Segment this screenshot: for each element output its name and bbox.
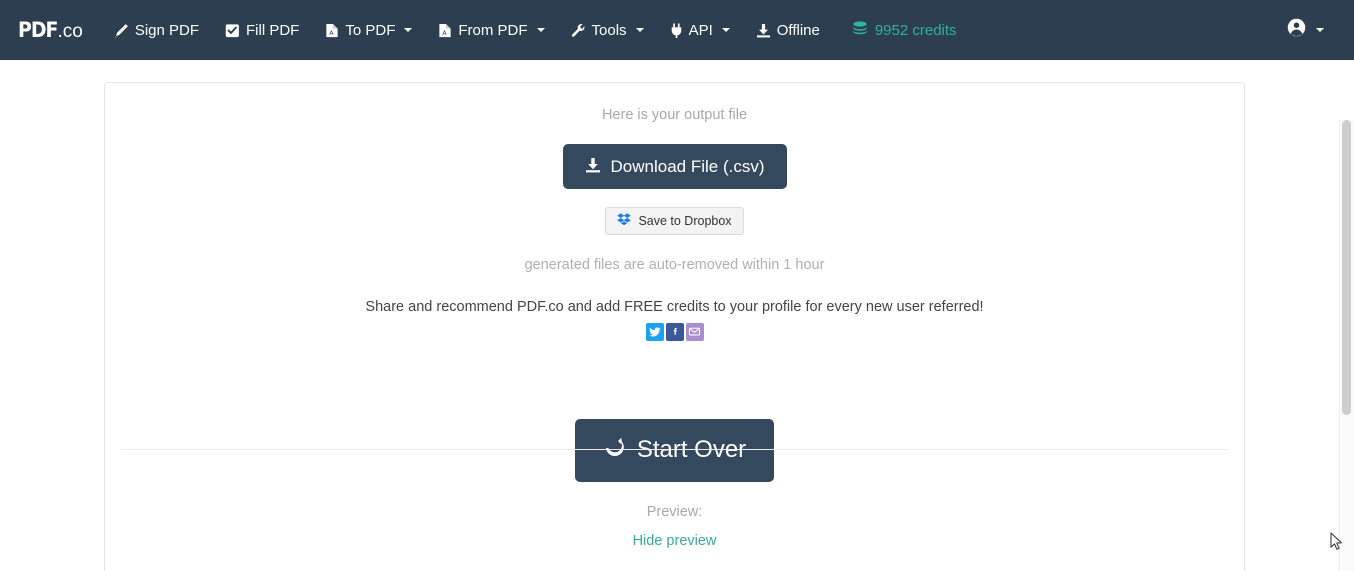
dropbox-icon — [617, 213, 632, 229]
autoremove-note: generated files are auto-removed within … — [524, 256, 825, 273]
start-over-button-label: Start Over — [636, 436, 747, 463]
chevron-down-icon — [536, 28, 545, 32]
chevron-down-icon — [721, 28, 730, 32]
nav-item-label: From PDF — [458, 21, 528, 39]
download-icon — [756, 23, 771, 38]
nav-item-sign-pdf[interactable]: Sign PDF — [101, 15, 212, 46]
twitter-share-icon[interactable] — [645, 322, 664, 341]
dropbox-button-label: Save to Dropbox — [638, 213, 732, 228]
share-icons-row — [105, 322, 1244, 341]
dropbox-row: Save to Dropbox — [105, 189, 1244, 235]
nav-item-offline[interactable]: Offline — [743, 15, 833, 46]
check-square-icon — [225, 23, 240, 38]
pencil-icon — [114, 23, 129, 38]
plug-icon — [670, 22, 683, 38]
download-button-label: Download File (.csv) — [610, 157, 765, 176]
nav-menu: Sign PDF Fill PDF A To PDF A From PDF To… — [101, 13, 970, 47]
file-pdf-icon: A — [438, 23, 452, 38]
download-file-button[interactable]: Download File (.csv) — [562, 144, 787, 189]
logo-pdf-text: PDF — [18, 17, 58, 42]
wrench-icon — [571, 23, 586, 38]
chevron-down-icon — [1316, 28, 1324, 32]
top-navbar: PDF.co Sign PDF Fill PDF A To PDF A From… — [0, 0, 1354, 60]
nav-item-api[interactable]: API — [657, 15, 743, 46]
nav-item-tools[interactable]: Tools — [558, 15, 657, 46]
account-menu[interactable] — [1287, 18, 1338, 42]
nav-item-to-pdf[interactable]: A To PDF — [312, 15, 425, 46]
nav-item-label: Tools — [591, 21, 627, 39]
credits-label: 9952 credits — [874, 21, 957, 39]
nav-item-label: API — [688, 21, 713, 39]
page-scrollbar-thumb[interactable] — [1342, 120, 1351, 415]
page-body: Here is your output file Download File (… — [0, 60, 1354, 571]
nav-item-credits[interactable]: 9952 credits — [839, 13, 970, 47]
save-to-dropbox-button[interactable]: Save to Dropbox — [605, 207, 744, 235]
share-referral-text: Share and recommend PDF.co and add FREE … — [365, 298, 984, 315]
user-circle-icon — [1287, 18, 1306, 42]
section-divider — [121, 449, 1228, 450]
output-heading: Here is your output file — [601, 107, 748, 123]
redo-icon — [603, 436, 627, 465]
output-section: Here is your output file Download File (… — [105, 107, 1244, 341]
chevron-down-icon — [404, 28, 413, 32]
nav-item-from-pdf[interactable]: A From PDF — [425, 15, 557, 46]
nav-item-label: Fill PDF — [246, 21, 300, 39]
facebook-share-icon[interactable] — [665, 322, 684, 341]
hide-preview-link[interactable]: Hide preview — [633, 533, 717, 549]
coins-icon — [852, 21, 868, 39]
start-over-section: Start Over Preview: Hide preview — [105, 418, 1244, 550]
nav-item-label: Sign PDF — [134, 21, 200, 39]
output-card: Here is your output file Download File (… — [104, 82, 1245, 571]
logo-co-text: .co — [57, 20, 83, 42]
preview-label: Preview: — [646, 503, 703, 520]
nav-item-fill-pdf[interactable]: Fill PDF — [212, 15, 312, 46]
download-icon — [585, 157, 601, 176]
chevron-down-icon — [635, 28, 644, 32]
pdfco-logo[interactable]: PDF.co — [18, 18, 83, 43]
page-scrollbar[interactable] — [1339, 120, 1354, 571]
file-pdf-icon: A — [325, 23, 339, 38]
email-share-icon[interactable] — [685, 322, 704, 341]
start-over-button[interactable]: Start Over — [574, 418, 775, 482]
nav-item-label: To PDF — [345, 21, 396, 39]
nav-item-label: Offline — [776, 21, 820, 39]
